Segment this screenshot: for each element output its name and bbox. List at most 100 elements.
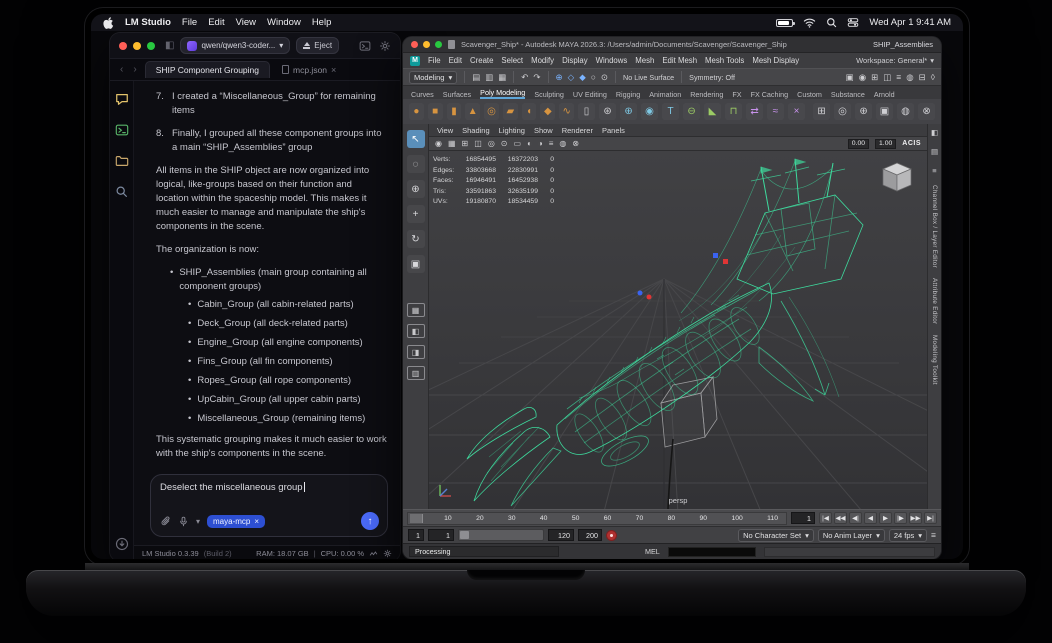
microphone-icon[interactable] <box>178 516 189 527</box>
sidebar-item-models-folder[interactable] <box>114 153 129 168</box>
menu-display[interactable]: Display <box>562 56 588 65</box>
poly-pipe-icon[interactable]: ▯ <box>578 103 595 120</box>
shelf-tab-curves[interactable]: Curves <box>411 90 434 99</box>
render-icon[interactable]: ▣ <box>846 73 854 82</box>
current-frame-field[interactable]: 1 <box>791 512 815 524</box>
nav-back-icon[interactable]: ‹ <box>118 64 125 75</box>
wifi-icon[interactable] <box>803 17 816 28</box>
character-set-selector[interactable]: No Character Set ▾ <box>738 528 814 542</box>
image-plane-icon[interactable]: ◎ <box>488 139 495 148</box>
quad-draw-icon[interactable]: ⊞ <box>813 103 830 120</box>
timeline-ruler[interactable]: 0 10 20 30 40 50 60 70 80 90 100 110 <box>407 511 787 525</box>
menubar-item-edit[interactable]: Edit <box>208 17 224 28</box>
new-scene-icon[interactable]: ▤ <box>472 73 480 82</box>
camera-attributes-icon[interactable]: ⊞ <box>462 139 469 148</box>
poly-text-icon[interactable]: T <box>662 103 679 120</box>
menu-select[interactable]: Select <box>501 56 523 65</box>
step-back-button[interactable]: ◀| <box>849 512 862 524</box>
shadows-icon[interactable]: ◑ <box>538 139 543 148</box>
lighting-mode-icon[interactable]: ◐ <box>527 139 532 148</box>
tab-attribute-editor[interactable]: Attribute Editor <box>931 278 938 324</box>
poly-cylinder-icon[interactable]: ▮ <box>447 103 462 120</box>
menubar-item-window[interactable]: Window <box>267 17 301 28</box>
minimize-window-button[interactable] <box>423 41 430 48</box>
superellipse-icon[interactable]: ◉ <box>641 103 658 120</box>
attribute-editor-icon[interactable]: ▤ <box>931 147 938 156</box>
xray-icon[interactable]: ◍ <box>559 139 566 148</box>
panel-menu-show[interactable]: Show <box>534 126 553 135</box>
view-cube[interactable] <box>879 159 915 197</box>
sidebar-item-developer[interactable] <box>114 122 129 137</box>
playback-start-field[interactable]: 1 <box>428 529 454 541</box>
play-backwards-button[interactable]: ◀ <box>864 512 877 524</box>
boolean-icon[interactable]: ⊖ <box>683 103 700 120</box>
panel-menu-lighting[interactable]: Lighting <box>499 126 525 135</box>
shelf-tab-rendering[interactable]: Rendering <box>690 90 723 99</box>
fps-selector[interactable]: 24 fps ▾ <box>888 528 928 542</box>
platonic-solid-icon[interactable]: ◆ <box>540 103 555 120</box>
close-tab-icon[interactable]: × <box>331 65 336 75</box>
poly-sphere-icon[interactable]: ● <box>409 103 424 120</box>
menubar-clock[interactable]: Wed Apr 1 9:41 AM <box>869 17 951 28</box>
shelf-tab-surfaces[interactable]: Surfaces <box>443 90 471 99</box>
lock-camera-icon[interactable]: ▦ <box>448 139 456 148</box>
bridge-icon[interactable]: ⊓ <box>725 103 742 120</box>
menu-edit[interactable]: Edit <box>449 56 462 65</box>
bookmark-icon[interactable]: ◫ <box>474 139 482 148</box>
shelf-tab-rigging[interactable]: Rigging <box>616 90 640 99</box>
crease-tool-icon[interactable]: ⊗ <box>918 103 935 120</box>
layout-two-pane-icon[interactable]: ◧ <box>406 324 425 338</box>
shading-mode-icon[interactable]: ⊙ <box>501 139 508 148</box>
chat-input[interactable]: Deselect the miscellaneous group ▾ maya-… <box>150 474 388 537</box>
symmetry-label[interactable]: Symmetry: Off <box>689 73 735 82</box>
layout-single-pane-icon[interactable]: ▦ <box>406 303 425 317</box>
poly-soccer-icon[interactable]: ⊕ <box>620 103 637 120</box>
snap-to-point-icon[interactable]: ◆ <box>579 73 586 82</box>
anim-layer-selector[interactable]: No Anim Layer ▾ <box>817 528 885 542</box>
exposure-field[interactable]: 0.00 <box>847 138 870 149</box>
poly-gear-icon[interactable]: ⊛ <box>599 103 616 120</box>
scale-tool-icon[interactable]: ▣ <box>406 255 425 273</box>
poly-cone-icon[interactable]: ▲ <box>465 103 480 120</box>
layout-side-pane-icon[interactable]: ◨ <box>406 345 425 359</box>
shelf-tab-uv-editing[interactable]: UV Editing <box>573 90 607 99</box>
textured-mode-icon[interactable]: ▭ <box>514 139 522 148</box>
workspace-selector[interactable]: Workspace: General* ▾ <box>856 56 934 65</box>
paint-select-tool-icon[interactable]: ⊕ <box>406 180 425 198</box>
menu-create[interactable]: Create <box>470 56 493 65</box>
minimize-window-button[interactable] <box>133 41 141 50</box>
downloads-icon[interactable] <box>114 536 129 551</box>
redo-icon[interactable]: ↷ <box>533 73 540 82</box>
shelf-tab-poly-modeling[interactable]: Poly Modeling <box>480 88 526 99</box>
render-settings-icon[interactable]: ⊞ <box>871 73 878 82</box>
tab-channel-box-layer-editor[interactable]: Channel Box / Layer Editor <box>931 185 938 268</box>
menu-mesh-display[interactable]: Mesh Display <box>752 56 799 65</box>
remove-tag-icon[interactable]: × <box>254 517 259 526</box>
play-button[interactable]: ▶ <box>879 512 892 524</box>
menubar-item-help[interactable]: Help <box>312 17 332 28</box>
panel-menu-renderer[interactable]: Renderer <box>562 126 593 135</box>
close-window-button[interactable] <box>411 41 418 48</box>
nav-forward-icon[interactable]: › <box>131 64 138 75</box>
panel-menu-shading[interactable]: Shading <box>462 126 490 135</box>
animation-preferences-icon[interactable]: ≡ <box>931 531 936 540</box>
node-editor-icon[interactable]: ⊟ <box>919 73 926 82</box>
prev-key-button[interactable]: ◀◀ <box>834 512 847 524</box>
shelf-tab-custom[interactable]: Custom <box>797 90 822 99</box>
status-gear-icon[interactable] <box>383 549 392 558</box>
go-to-start-button[interactable]: |◀ <box>819 512 832 524</box>
next-key-button[interactable]: ▶▶ <box>909 512 922 524</box>
zoom-window-button[interactable] <box>147 41 155 50</box>
poly-torus-icon[interactable]: ◎ <box>484 103 499 120</box>
control-center-icon[interactable] <box>847 17 859 28</box>
step-forward-button[interactable]: |▶ <box>894 512 907 524</box>
mic-chevron-icon[interactable]: ▾ <box>196 517 200 526</box>
save-scene-icon[interactable]: ▦ <box>498 73 506 82</box>
mcp-tag[interactable]: maya-mcp × <box>207 514 266 528</box>
auto-keyframe-toggle[interactable] <box>606 529 617 541</box>
search-icon[interactable] <box>826 17 837 28</box>
multi-cut-icon[interactable]: × <box>788 103 805 120</box>
tab-ship-component-grouping[interactable]: SHIP Component Grouping <box>144 61 271 78</box>
settings-gear-icon[interactable] <box>379 40 391 52</box>
live-surface-label[interactable]: No Live Surface <box>623 73 674 82</box>
